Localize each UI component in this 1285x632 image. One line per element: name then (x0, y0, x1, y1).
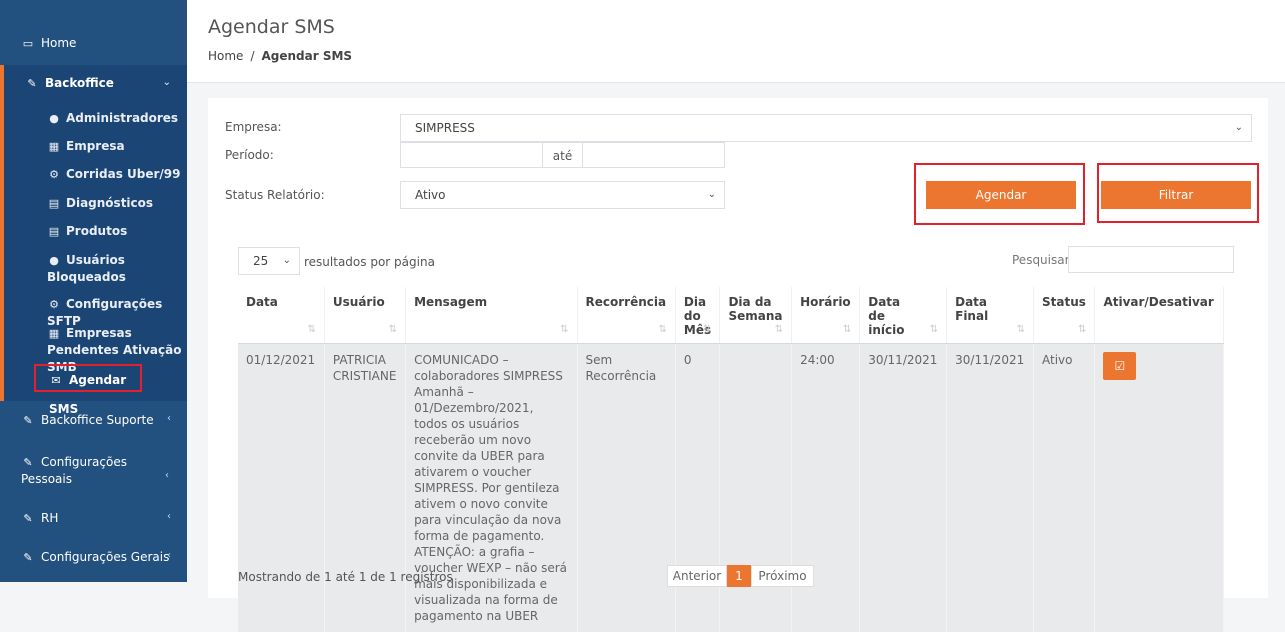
edit-icon: ✎ (21, 414, 35, 427)
col-usuario[interactable]: Usuário⇅ (324, 287, 405, 344)
sort-icon: ⇅ (703, 324, 711, 335)
cell-mensagem: COMUNICADO – colaboradores SIMPRESS Aman… (406, 344, 577, 632)
col-mensagem[interactable]: Mensagem⇅ (406, 287, 577, 344)
sidebar-item-diagnosticos[interactable]: ▤Diagnósticos (0, 195, 187, 212)
chevron-left-icon: ‹ (165, 470, 169, 481)
sidebar-item-rh[interactable]: ✎RH ‹ (0, 511, 187, 525)
sidebar-item-config-pessoais[interactable]: ✎Configurações Pessoais (0, 454, 150, 487)
edit-icon: ✎ (25, 66, 39, 102)
building-icon: ▦ (47, 325, 61, 342)
pagination-prev[interactable]: Anterior (667, 565, 727, 587)
building-icon: ▦ (47, 138, 61, 155)
search-label: Pesquisar (1012, 253, 1070, 267)
page-size-suffix: resultados por página (304, 255, 435, 269)
chevron-down-icon: ⌄ (163, 65, 171, 101)
cell-data-final: 30/11/2021 (947, 344, 1034, 632)
search-input[interactable] (1068, 246, 1234, 273)
col-ativar-desativar: Ativar/Desativar (1095, 287, 1224, 344)
cell-horario: 24:00 (792, 344, 860, 632)
sidebar-item-usuarios-bloqueados[interactable]: ●Usuários Bloqueados (0, 252, 150, 286)
cell-recorrencia: Sem Recorrência (577, 344, 675, 632)
list-icon: ▤ (47, 223, 61, 240)
filtrar-button[interactable]: Filtrar (1101, 181, 1251, 209)
col-data[interactable]: Data⇅ (238, 287, 324, 344)
chevron-left-icon: ‹ (167, 413, 171, 424)
chevron-left-icon: ‹ (167, 511, 171, 522)
user-icon: ● (47, 252, 61, 269)
agendar-button[interactable]: Agendar (926, 181, 1076, 209)
sort-icon: ⇅ (308, 324, 316, 335)
table-header-row: Data⇅ Usuário⇅ Mensagem⇅ Recorrência⇅ Di… (238, 287, 1224, 344)
edit-icon: ✎ (21, 551, 35, 564)
sort-icon: ⇅ (843, 324, 851, 335)
cell-dia-mes: 0 (675, 344, 720, 632)
monitor-icon: ▭ (21, 37, 35, 50)
col-data-inicio[interactable]: Data de início⇅ (860, 287, 947, 344)
sort-icon: ⇅ (930, 324, 938, 335)
cell-dia-semana (720, 344, 792, 632)
chevron-down-icon: ⌄ (283, 248, 291, 274)
user-icon: ● (47, 110, 61, 127)
cell-toggle: ☑ (1095, 344, 1224, 632)
col-data-final[interactable]: Data Final⇅ (947, 287, 1034, 344)
col-dia-semana[interactable]: Dia da Semana⇅ (720, 287, 792, 344)
toggle-active-button[interactable]: ☑ (1103, 352, 1136, 380)
envelope-icon: ✉ (49, 367, 63, 395)
col-dia-mes[interactable]: Dia do Mês⇅ (675, 287, 720, 344)
periodo-start-input[interactable] (400, 142, 543, 168)
list-icon: ▤ (47, 195, 61, 212)
sidebar-item-backoffice-suporte[interactable]: ✎Backoffice Suporte ‹ (0, 413, 187, 427)
status-select[interactable]: Ativo ⌄ (400, 181, 725, 209)
ate-addon: até (543, 142, 582, 168)
empresa-label: Empresa: (225, 120, 282, 134)
sort-icon: ⇅ (389, 324, 397, 335)
page-title: Agendar SMS (208, 16, 335, 38)
periodo-label: Período: (225, 148, 274, 162)
col-recorrencia[interactable]: Recorrência⇅ (577, 287, 675, 344)
sidebar-item-administradores[interactable]: ●Administradores (0, 110, 187, 127)
sidebar-item-agendar-sms[interactable]: ✉Agendar SMS (34, 364, 142, 392)
sidebar: ▭Home ✎Backoffice ⌄ ●Administradores ▦Em… (0, 0, 187, 582)
check-square-icon: ☑ (1115, 359, 1126, 373)
pagination-page-1[interactable]: 1 (727, 565, 751, 587)
cell-data: 01/12/2021 (238, 344, 324, 632)
cogs-icon: ⚙ (47, 296, 61, 313)
sort-icon: ⇅ (775, 324, 783, 335)
col-status[interactable]: Status⇅ (1034, 287, 1095, 344)
sidebar-item-config-gerais[interactable]: ✎Configurações Gerais ‹ (0, 550, 187, 564)
sort-icon: ⇅ (1078, 324, 1086, 335)
status-label: Status Relatório: (225, 188, 325, 202)
cell-status: Ativo (1034, 344, 1095, 632)
cogs-icon: ⚙ (47, 166, 61, 183)
cell-data-inicio: 30/11/2021 (860, 344, 947, 632)
edit-icon: ✎ (21, 455, 35, 471)
sidebar-item-home[interactable]: ▭Home (0, 36, 187, 50)
breadcrumb: Home/Agendar SMS (208, 49, 352, 63)
table-row: 01/12/2021 PATRICIA CRISTIANE COMUNICADO… (238, 344, 1224, 632)
sidebar-item-backoffice[interactable]: ✎Backoffice ⌄ (0, 65, 187, 101)
chevron-left-icon: ‹ (167, 550, 171, 561)
empresa-select[interactable]: SIMPRESS ⌄ (400, 114, 1252, 142)
page-header: Agendar SMS Home/Agendar SMS (187, 0, 1285, 83)
sidebar-item-empresa[interactable]: ▦Empresa (0, 138, 187, 155)
sidebar-item-corridas[interactable]: ⚙Corridas Uber/99 (0, 166, 187, 183)
col-horario[interactable]: Horário⇅ (792, 287, 860, 344)
sidebar-item-produtos[interactable]: ▤Produtos (0, 223, 187, 240)
chevron-down-icon: ⌄ (1235, 115, 1243, 141)
edit-icon: ✎ (21, 512, 35, 525)
breadcrumb-home[interactable]: Home (208, 49, 243, 63)
periodo-end-input[interactable] (582, 142, 725, 168)
page-size-select[interactable]: 25 ⌄ (238, 247, 300, 275)
sort-icon: ⇅ (1017, 324, 1025, 335)
sort-icon: ⇅ (560, 324, 568, 335)
breadcrumb-current: Agendar SMS (261, 49, 352, 63)
pagination-next[interactable]: Próximo (751, 565, 814, 587)
sort-icon: ⇅ (659, 324, 667, 335)
chevron-down-icon: ⌄ (708, 182, 716, 208)
cell-usuario: PATRICIA CRISTIANE (324, 344, 405, 632)
